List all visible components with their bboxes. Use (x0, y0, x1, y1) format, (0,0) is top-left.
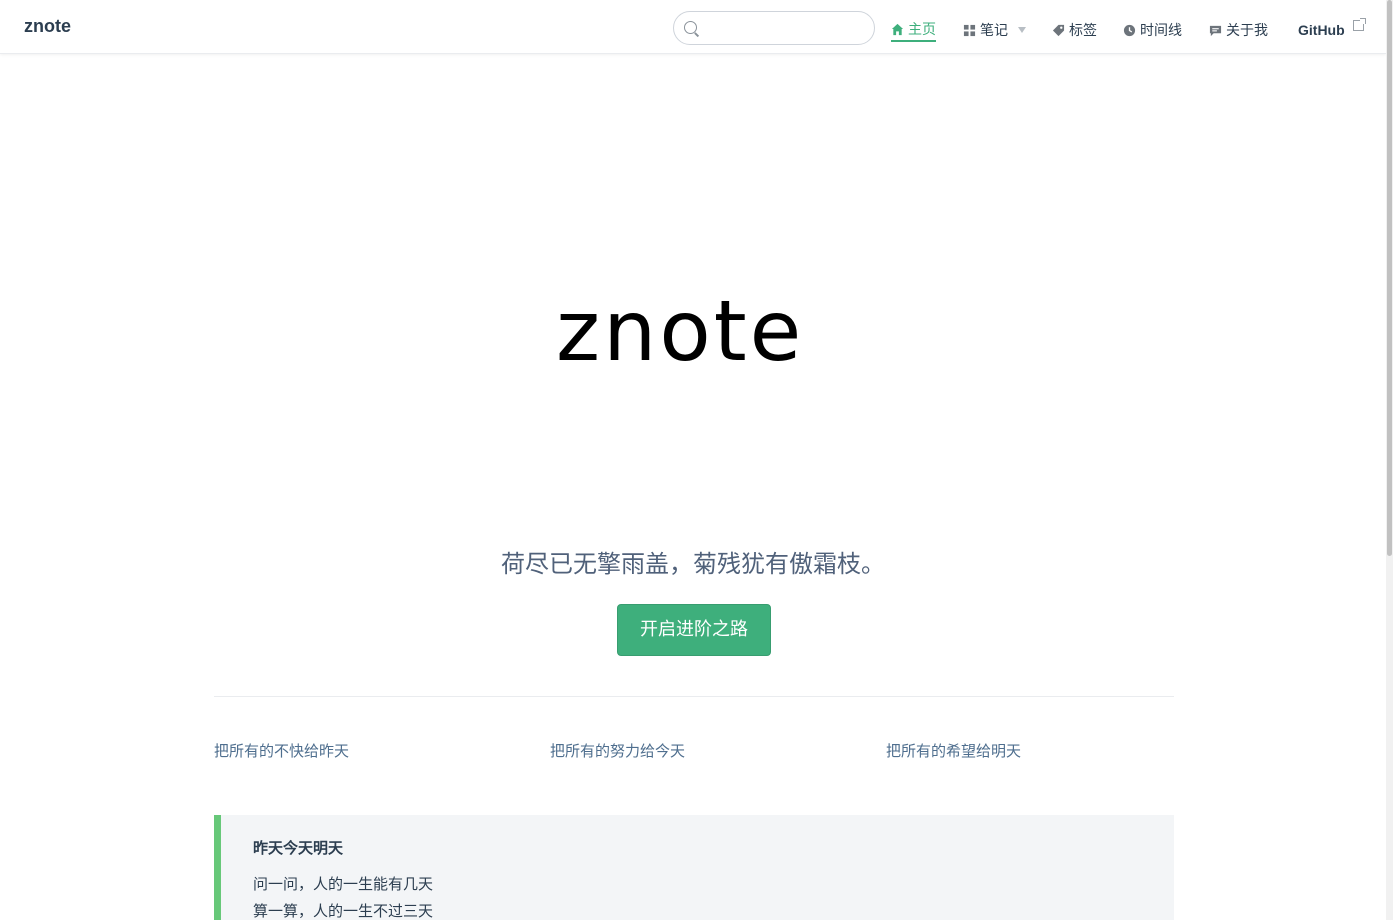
nav-item-label: 笔记 (980, 23, 1008, 39)
nav-item-github[interactable]: GitHub (1298, 17, 1366, 42)
nav-item-label: GitHub (1298, 22, 1345, 38)
home-icon (891, 23, 904, 35)
nav-item-label: 标签 (1069, 23, 1097, 39)
chevron-down-icon (1018, 27, 1026, 33)
grid-icon (963, 24, 976, 36)
search-box[interactable] (673, 11, 875, 45)
quote-line: 问一问，人的一生能有几天 (253, 875, 434, 893)
divider (214, 696, 1174, 697)
scrollbar-thumb[interactable] (1387, 0, 1392, 556)
search-input[interactable] (704, 16, 864, 40)
quote-line: 算一算，人的一生不过三天 (253, 902, 434, 920)
external-link-icon (1352, 17, 1366, 31)
nav-item-home[interactable]: 主页 (891, 18, 936, 42)
quote-block: 昨天今天明天 问一问，人的一生能有几天 算一算，人的一生不过三天 (214, 815, 1174, 920)
navbar: znote 主页 笔记 标签 时间线 关于我 GitHub (0, 0, 1386, 54)
site-name[interactable]: znote (24, 16, 71, 37)
nav-item-label: 时间线 (1140, 23, 1182, 39)
nav-item-label: 关于我 (1226, 23, 1268, 39)
hero-tagline: 荷尽已无擎雨盖，菊残犹有傲霜枝。 (501, 550, 885, 578)
quote-title: 昨天今天明天 (253, 839, 344, 857)
feature-item: 把所有的努力给今天 (550, 742, 686, 760)
feature-item: 把所有的不快给昨天 (214, 742, 350, 760)
feature-item: 把所有的希望给明天 (886, 742, 1022, 760)
message-icon (1209, 25, 1222, 36)
nav-item-notes[interactable]: 笔记 (963, 18, 1026, 42)
tag-icon (1052, 24, 1065, 36)
get-started-button[interactable]: 开启进阶之路 (617, 604, 771, 656)
nav-item-label: 主页 (908, 22, 936, 38)
nav-item-timeline[interactable]: 时间线 (1123, 18, 1182, 42)
hero-logo: znote (556, 282, 805, 380)
clock-icon (1123, 24, 1136, 36)
nav-item-about[interactable]: 关于我 (1209, 18, 1268, 42)
search-icon (684, 21, 697, 34)
nav-item-tags[interactable]: 标签 (1052, 18, 1097, 42)
